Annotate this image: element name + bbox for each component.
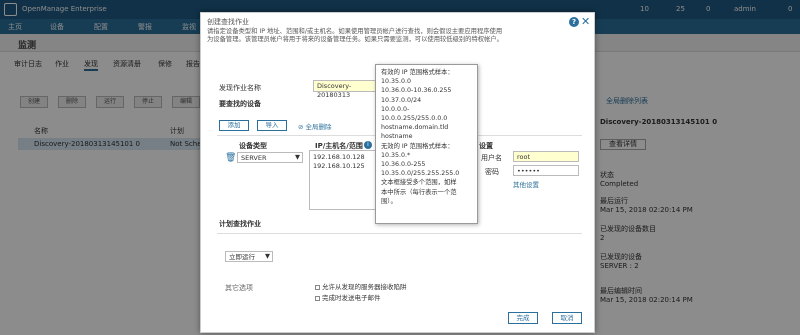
delete-row-icon[interactable]: 🗑 <box>225 153 236 163</box>
section-divider <box>217 233 582 234</box>
help-icon[interactable]: ? <box>569 17 579 27</box>
devices-to-find-heading: 要查找的设备 <box>219 100 261 108</box>
tooltip-line: 围）。 <box>381 197 397 205</box>
tooltip-line: 10.37.0.0/24 <box>381 96 422 104</box>
other-settings-link[interactable]: 其他设置 <box>513 179 539 189</box>
trap-option-label: 允许从发现的服务器接收陷阱 <box>322 283 407 291</box>
tooltip-line: 10.36.0.0-10.36.0.255 <box>381 87 452 95</box>
tooltip-line: 10.35.0.0 <box>381 78 412 86</box>
tooltip-line: 10.0.0.255/255.0.0.0 <box>381 115 448 123</box>
tooltip-line: 有效的 IP 范围格式样本： <box>381 69 454 76</box>
tooltip-line: 文本框接受多个范围，如样 <box>381 179 457 187</box>
import-button[interactable]: 导入 <box>257 120 287 131</box>
email-option-label: 完成时发送电子邮件 <box>322 294 381 302</box>
job-name-label: 发现作业名称 <box>219 84 261 92</box>
tooltip-line: 本中所示（每行表示一个范 <box>381 188 457 196</box>
remove-all-label: 全局删除 <box>305 123 332 131</box>
ip-range-textarea[interactable]: 192.168.10.128 192.168.10.125 <box>309 150 381 210</box>
trap-checkbox[interactable] <box>315 284 320 290</box>
chevron-down-icon: ▼ <box>295 153 300 161</box>
email-checkbox[interactable] <box>315 295 320 301</box>
tooltip-line: 10.35.0.* <box>381 151 411 159</box>
password-input[interactable]: •••••• <box>513 165 579 176</box>
dialog-description: 请指定设备类型和 IP 地址、范围和/或主机名。如果使用管理员帐户进行查找，则会… <box>207 28 503 43</box>
info-icon[interactable]: i <box>364 141 372 149</box>
tooltip-line: 无效的 IP 范围格式样本： <box>381 142 454 150</box>
finish-button[interactable]: 完成 <box>508 312 538 324</box>
ip-entry: 192.168.10.128 <box>313 153 365 161</box>
schedule-heading: 计划查找作业 <box>219 220 261 228</box>
add-button[interactable]: 添加 <box>219 120 249 131</box>
device-type-value: SERVER <box>241 154 267 162</box>
username-label: 用户名 <box>481 154 502 162</box>
tooltip-line: hostname <box>381 133 413 141</box>
tooltip-line: 10.0.0.0- <box>381 105 410 113</box>
username-input[interactable]: root <box>513 151 579 162</box>
password-label: 密码 <box>485 168 499 176</box>
schedule-value: 立即运行 <box>229 253 255 261</box>
tooltip-line: hostname.domain.tld <box>381 124 449 132</box>
close-icon[interactable]: ✕ <box>581 15 590 28</box>
chevron-down-icon: ▼ <box>265 252 270 260</box>
credentials-settings-label: 设置 <box>479 142 493 150</box>
ip-entry: 192.168.10.125 <box>313 162 365 170</box>
email-option[interactable]: 完成时发送电子邮件 <box>315 292 381 302</box>
dialog-title: 创建查找作业 <box>207 18 249 26</box>
trap-option[interactable]: 允许从发现的服务器接收陷阱 <box>315 281 407 291</box>
tooltip-line: 10.35.0.0/255.255.255.0 <box>381 170 460 178</box>
device-type-select[interactable]: SERVER ▼ <box>237 152 303 163</box>
ip-format-tooltip: 有效的 IP 范围格式样本： 10.35.0.0 10.36.0.0-10.36… <box>375 64 478 224</box>
schedule-select[interactable]: 立即运行 ▼ <box>225 251 273 262</box>
other-options-label: 其它选项 <box>225 284 253 292</box>
remove-all-link[interactable]: ⊘ 全局删除 <box>298 121 332 131</box>
cancel-button[interactable]: 取消 <box>552 312 582 324</box>
device-type-label: 设备类型 <box>239 142 267 150</box>
tooltip-line: 10.36.0.0-255 <box>381 161 426 169</box>
